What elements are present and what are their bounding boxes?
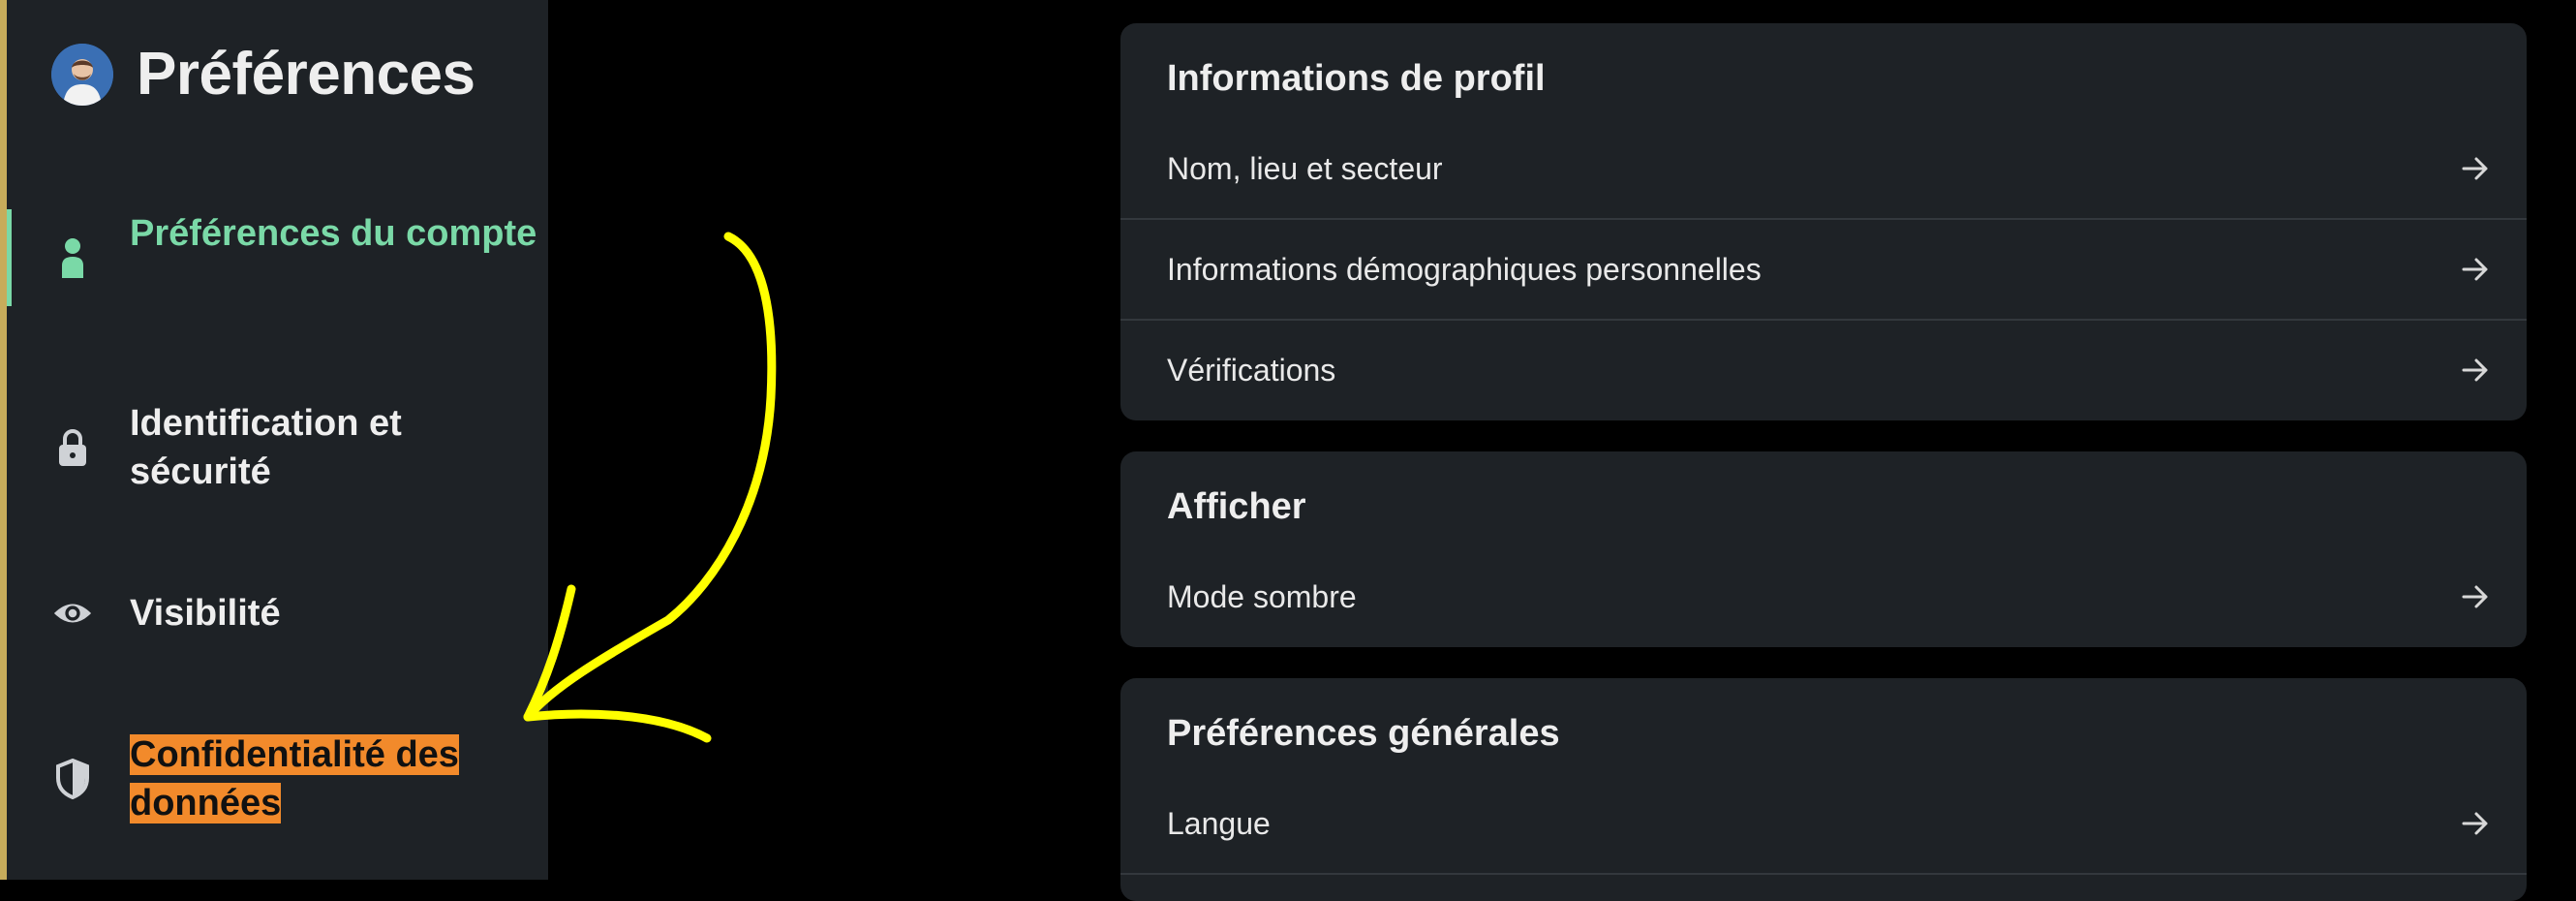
eye-icon — [52, 593, 93, 634]
arrow-right-icon — [2462, 258, 2488, 281]
section-title: Préférences générales — [1167, 713, 1560, 754]
list-item-demographics[interactable]: Informations démographiques personnelles — [1120, 219, 2527, 320]
arrow-right-icon — [2462, 585, 2488, 608]
row-label: Mode sombre — [1167, 579, 1357, 614]
highlighted-label: Confidentialité des données — [130, 734, 459, 823]
list-item-verifications[interactable]: Vérifications — [1120, 320, 2527, 420]
page-title: Préférences — [137, 41, 475, 108]
list-item-language[interactable]: Langue — [1120, 773, 2527, 874]
person-icon — [52, 237, 93, 278]
sidebar-item-label: Visibilité — [130, 593, 281, 634]
row-label: Informations démographiques personnelles — [1167, 252, 1762, 287]
section-title: Afficher — [1167, 486, 1306, 527]
window-edge — [0, 0, 7, 880]
sidebar-item-label: Confidentialité des données — [130, 730, 537, 827]
section-title: Informations de profil — [1167, 58, 1546, 99]
avatar[interactable] — [51, 43, 113, 106]
sidebar-item-security[interactable]: Identification et sécurité — [7, 399, 548, 496]
sidebar: Préférences Préférences du compte Identi… — [7, 0, 548, 880]
display-card: Afficher Mode sombre — [1120, 451, 2527, 647]
sidebar-header: Préférences — [51, 40, 475, 109]
list-item-dark-mode[interactable]: Mode sombre — [1120, 546, 2527, 647]
sidebar-item-account-preferences[interactable]: Préférences du compte — [7, 209, 548, 306]
sidebar-item-data-privacy[interactable]: Confidentialité des données — [7, 730, 548, 827]
sidebar-item-label: Identification et sécurité — [130, 403, 402, 492]
row-label: Langue — [1167, 806, 1271, 841]
arrow-right-icon — [2462, 358, 2488, 382]
divider — [1120, 873, 2527, 875]
sidebar-item-label: Préférences du compte — [130, 213, 537, 254]
shield-icon — [52, 759, 93, 799]
profile-info-card: Informations de profil Nom, lieu et sect… — [1120, 23, 2527, 420]
arrow-right-icon — [2462, 812, 2488, 835]
row-label: Nom, lieu et secteur — [1167, 151, 1443, 186]
row-label: Vérifications — [1167, 353, 1336, 388]
arrow-right-icon — [2462, 157, 2488, 180]
general-preferences-card: Préférences générales Langue — [1120, 678, 2527, 901]
sidebar-item-visibility[interactable]: Visibilité — [7, 589, 548, 637]
lock-icon — [52, 427, 93, 468]
list-item-name-location[interactable]: Nom, lieu et secteur — [1120, 118, 2527, 219]
avatar-image — [51, 43, 113, 106]
